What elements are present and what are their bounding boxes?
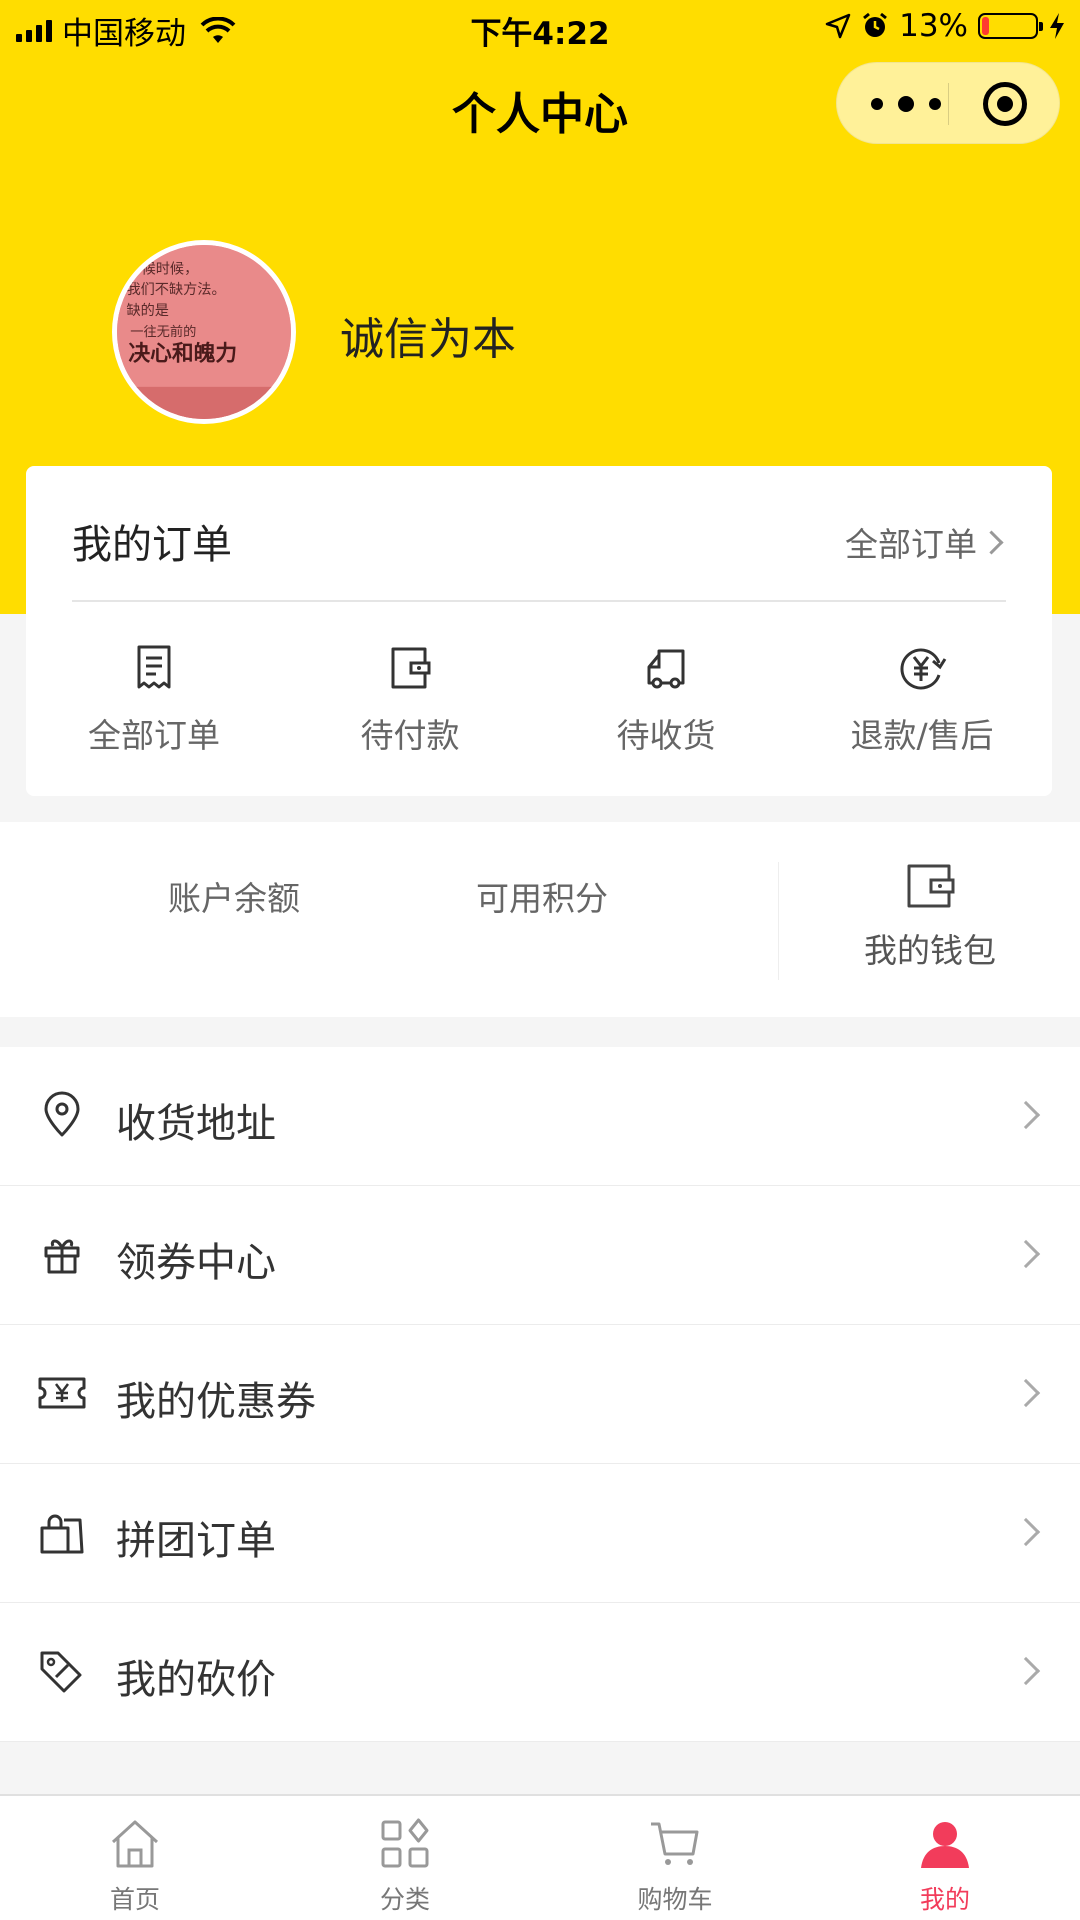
wallet-summary: 账户余额 可用积分 我的钱包 [0,822,1080,1017]
wallet-icon [907,864,955,908]
menu-item-label: 拼团订单 [116,1518,276,1564]
tab-cart[interactable]: 购物车 [540,1796,810,1920]
tab-label: 首页 [109,1885,160,1914]
gift-icon [44,1239,80,1274]
my-wallet-button[interactable]: 我的钱包 [780,862,1080,972]
menu-item-address[interactable]: 收货地址 [0,1047,1080,1186]
divider [778,862,779,980]
order-status-label: 退款/售后 [850,716,994,755]
location-pin-icon [44,1091,80,1137]
svg-text:决心和魄力: 决心和魄力 [128,340,237,366]
order-status-label: 全部订单 [88,716,220,755]
order-status-label: 待收货 [616,716,716,755]
tab-home[interactable]: 首页 [0,1796,270,1920]
miniprogram-capsule [836,62,1060,144]
avatar[interactable]: 候时候， 我们不缺方法。 缺的是 一往无前的 决心和魄力 [112,240,296,424]
menu-list: 收货地址 领券中心 我的优惠券 拼团订单 我的砍价 [0,1047,1080,1742]
menu-item-coupon-center[interactable]: 领券中心 [0,1186,1080,1325]
orders-title: 我的订单 [72,522,232,568]
svg-text:缺的是: 缺的是 [126,302,169,319]
menu-item-group-orders[interactable]: 拼团订单 [0,1464,1080,1603]
chevron-right-icon [979,529,1004,555]
tab-label: 购物车 [637,1885,713,1914]
order-status-pending-delivery[interactable]: 待收货 [538,641,794,757]
status-bar: 中国移动 下午4:22 13% [0,0,1080,54]
wallet-icon [391,647,431,689]
price-tag-icon [40,1651,82,1693]
svg-text:我们不缺方法。: 我们不缺方法。 [126,282,225,298]
category-icon [381,1818,429,1868]
menu-item-label: 我的优惠券 [116,1379,316,1425]
battery-icon [978,13,1043,39]
order-status-pending-payment[interactable]: 待付款 [282,641,538,757]
coupon-icon [38,1377,86,1409]
all-orders-label: 全部订单 [845,525,977,564]
bottom-tab-bar: 首页 分类 购物车 我的 [0,1794,1080,1920]
menu-item-label: 收货地址 [116,1101,276,1147]
refund-icon [900,648,947,690]
order-status-all[interactable]: 全部订单 [26,641,282,757]
tab-label: 分类 [379,1885,430,1914]
truck-icon [647,649,685,689]
all-orders-link[interactable]: 全部订单 [845,518,1004,566]
svg-text:一往无前的: 一往无前的 [130,323,196,340]
chevron-right-icon [1011,1378,1041,1408]
avatar-image: 候时候， 我们不缺方法。 缺的是 一往无前的 决心和魄力 [117,245,291,419]
user-icon [921,1822,969,1868]
more-options-icon[interactable] [871,89,941,119]
alarm-icon [863,12,888,37]
tab-category[interactable]: 分类 [270,1796,540,1920]
close-miniprogram-icon[interactable] [983,82,1027,126]
account-balance[interactable]: 账户余额 [168,872,300,920]
tab-label: 我的 [919,1885,970,1914]
menu-item-my-coupons[interactable]: 我的优惠券 [0,1325,1080,1464]
available-points[interactable]: 可用积分 [476,872,608,920]
chevron-right-icon [1011,1517,1041,1547]
chevron-right-icon [1011,1656,1041,1686]
charging-bolt-icon [1050,13,1064,39]
home-icon [111,1820,159,1868]
my-orders-card: 我的订单 全部订单 全部订单 待付款 待收货 退款/售后 [26,466,1052,796]
menu-item-label: 领券中心 [116,1240,276,1286]
order-list-icon [137,645,171,689]
username[interactable]: 诚信为本 [340,303,516,367]
location-arrow-icon [825,13,851,39]
tab-my[interactable]: 我的 [810,1796,1080,1920]
chevron-right-icon [1011,1100,1041,1130]
order-status-label: 待付款 [360,716,460,755]
divider [72,600,1006,602]
shopping-bag-icon [40,1514,84,1554]
order-status-refund[interactable]: 退款/售后 [794,641,1050,757]
my-wallet-label: 我的钱包 [864,931,996,970]
chevron-right-icon [1011,1239,1041,1269]
svg-text:候时候，: 候时候， [142,261,199,277]
battery-percent: 13% [899,8,968,44]
menu-item-label: 我的砍价 [116,1657,276,1703]
cart-icon [651,1822,699,1865]
menu-item-bargain[interactable]: 我的砍价 [0,1603,1080,1742]
